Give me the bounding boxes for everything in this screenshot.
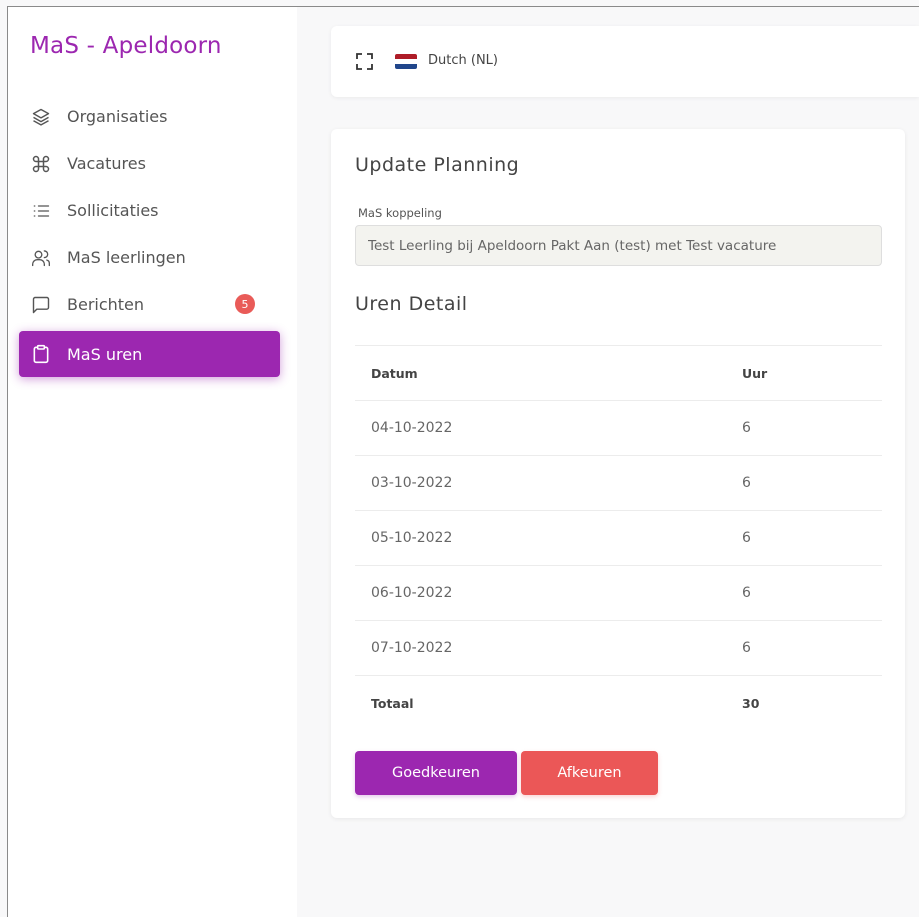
page-title: Update Planning <box>355 154 520 176</box>
brand-title[interactable]: MaS - Apeldoorn <box>30 33 222 59</box>
koppeling-field[interactable] <box>355 225 882 266</box>
total-label: Totaal <box>355 675 726 731</box>
cell-datum: 06-10-2022 <box>355 565 726 621</box>
reject-button[interactable]: Afkeuren <box>521 751 658 795</box>
unread-badge: 5 <box>235 294 255 314</box>
sidebar-item-mas-uren[interactable]: MaS uren <box>19 331 280 377</box>
sidebar-item-berichten[interactable]: Berichten 5 <box>19 281 280 328</box>
cell-datum: 03-10-2022 <box>355 455 726 511</box>
sidebar-item-vacatures[interactable]: Vacatures <box>19 140 280 187</box>
sidebar-item-organisaties[interactable]: Organisaties <box>19 93 280 140</box>
table-row: 07-10-2022 6 <box>355 620 882 676</box>
command-icon <box>31 154 51 174</box>
flag-nl-icon[interactable] <box>395 54 417 69</box>
hours-table: Datum Uur 04-10-2022 6 03-10-2022 6 05-1… <box>355 345 882 731</box>
koppeling-label: MaS koppeling <box>358 206 442 220</box>
sidebar-item-label: Berichten <box>67 295 145 314</box>
users-icon <box>31 248 51 268</box>
sidebar-nav: Organisaties Vacatures Sollicitaties MaS… <box>19 93 280 377</box>
sidebar-item-mas-leerlingen[interactable]: MaS leerlingen <box>19 234 280 281</box>
total-value: 30 <box>726 675 882 731</box>
table-row: 05-10-2022 6 <box>355 510 882 566</box>
fullscreen-icon[interactable] <box>356 53 373 70</box>
cell-datum: 05-10-2022 <box>355 510 726 566</box>
table-header-row: Datum Uur <box>355 345 882 401</box>
table-row: 03-10-2022 6 <box>355 455 882 511</box>
approve-button[interactable]: Goedkeuren <box>355 751 517 795</box>
cell-datum: 04-10-2022 <box>355 400 726 456</box>
sidebar-item-label: MaS uren <box>67 344 143 364</box>
sidebar-item-sollicitaties[interactable]: Sollicitaties <box>19 187 280 234</box>
column-header-uur: Uur <box>726 345 882 401</box>
sidebar-item-label: Vacatures <box>67 154 146 173</box>
sidebar: MaS - Apeldoorn Organisaties Vacatures S… <box>8 7 297 917</box>
cell-uur: 6 <box>726 620 882 676</box>
sidebar-item-label: Organisaties <box>67 107 168 126</box>
cell-uur: 6 <box>726 400 882 456</box>
cell-uur: 6 <box>726 455 882 511</box>
cell-datum: 07-10-2022 <box>355 620 726 676</box>
sidebar-item-label: MaS leerlingen <box>67 248 186 267</box>
cell-uur: 6 <box>726 510 882 566</box>
list-icon <box>31 201 51 221</box>
language-selector[interactable]: Dutch (NL) <box>428 53 498 68</box>
layers-icon <box>31 107 51 127</box>
clipboard-icon <box>31 344 51 364</box>
sidebar-item-label: Sollicitaties <box>67 201 159 220</box>
column-header-datum: Datum <box>355 345 726 401</box>
table-total-row: Totaal 30 <box>355 675 882 731</box>
uren-detail-title: Uren Detail <box>355 293 468 315</box>
update-planning-card: Update Planning MaS koppeling Uren Detai… <box>331 129 905 818</box>
top-bar: Dutch (NL) <box>331 26 919 97</box>
table-row: 06-10-2022 6 <box>355 565 882 621</box>
table-row: 04-10-2022 6 <box>355 400 882 456</box>
message-square-icon <box>31 295 51 315</box>
cell-uur: 6 <box>726 565 882 621</box>
